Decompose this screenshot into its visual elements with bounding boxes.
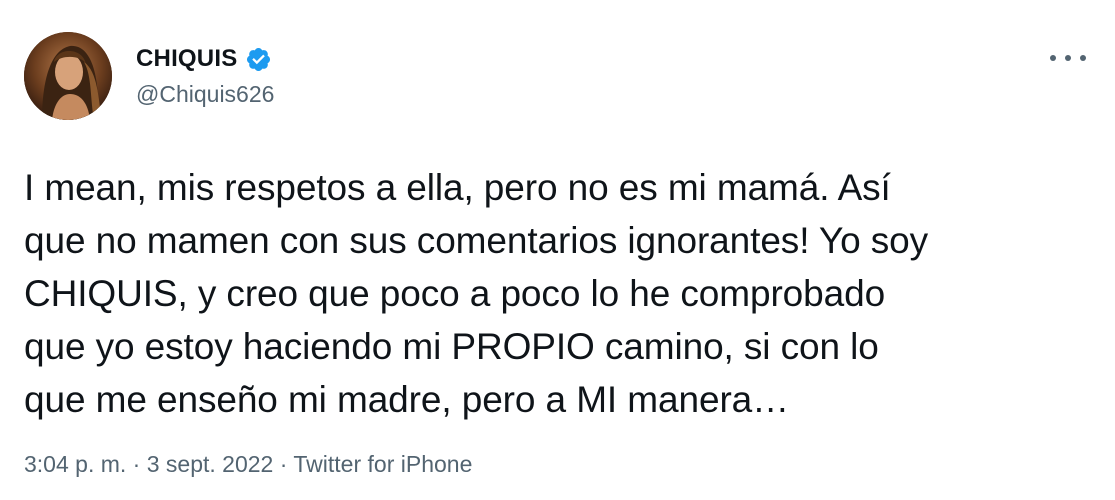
meta-separator: · [279, 451, 288, 477]
tweet-text: I mean, mis respetos a ella, pero no es … [24, 161, 1094, 426]
verified-badge-icon [247, 47, 271, 71]
dot [1080, 55, 1086, 61]
author-handle[interactable]: @Chiquis626 [136, 81, 274, 108]
tweet-time[interactable]: 3:04 p. m. [24, 451, 126, 477]
tweet-text-line: I mean, mis respetos a ella, pero no es … [24, 167, 891, 208]
avatar[interactable] [24, 32, 112, 120]
author-name-row: CHIQUIS [136, 44, 272, 74]
dot [1065, 55, 1071, 61]
display-name[interactable]: CHIQUIS [136, 45, 237, 73]
tweet-text-line: CHIQUIS, y creo que poco a poco lo he co… [24, 273, 886, 314]
meta-separator: · [132, 451, 141, 477]
tweet-text-line: que me enseño mi madre, pero a MI manera… [24, 379, 790, 420]
tweet-text-line: que no mamen con sus comentarios ignoran… [24, 220, 929, 261]
tweet-text-line: que yo estoy haciendo mi PROPIO camino, … [24, 326, 879, 367]
tweet-meta: 3:04 p. m. · 3 sept. 2022 · Twitter for … [24, 451, 472, 478]
tweet-card: CHIQUIS @Chiquis626 I mean, mis respetos… [0, 0, 1115, 500]
tweet-source[interactable]: Twitter for iPhone [293, 451, 472, 477]
tweet-date[interactable]: 3 sept. 2022 [147, 451, 274, 477]
more-horizontal-icon[interactable] [1050, 46, 1086, 70]
dot [1050, 55, 1056, 61]
profile-photo [24, 32, 112, 120]
